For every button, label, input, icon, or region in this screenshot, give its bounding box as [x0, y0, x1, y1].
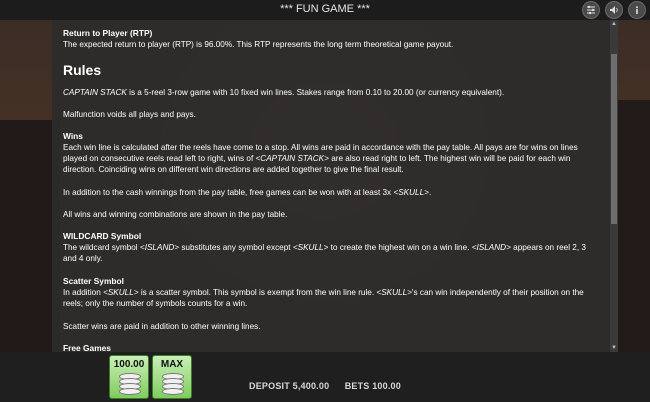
scroll-down-icon[interactable]: ▼	[610, 344, 618, 352]
rules-scrollbar[interactable]: ▲ ▼	[610, 20, 618, 352]
scatter-paid-text: Scatter wins are paid in addition to oth…	[63, 322, 261, 331]
scrollbar-thumb[interactable]	[611, 54, 617, 224]
scatter-heading: Scatter Symbol	[63, 276, 124, 286]
wins-text: Each win line is calculated after the re…	[63, 142, 601, 175]
cash-symbol: <SKULL>	[393, 188, 429, 197]
wildcard-heading: WILDCARD Symbol	[63, 231, 142, 241]
cash-text-part: In addition to the cash winnings from th…	[63, 188, 394, 197]
bets-label: BETS	[344, 381, 370, 391]
wild-text-part: substitutes any symbol except	[179, 243, 293, 252]
scatter-text-part: is a scatter symbol. This symbol is exem…	[138, 288, 377, 297]
rules-content: Return to Player (RTP) The expected retu…	[63, 28, 601, 352]
intro-body: is a 5-reel 3-row game with 10 fixed win…	[126, 88, 505, 97]
bet-button-label: 100.00	[113, 359, 145, 370]
wild-symbol: <ISLAND>	[139, 243, 180, 252]
balance-readout: DEPOSIT 5,400.00 BETS 100.00	[0, 381, 650, 391]
scatter-text-part: In addition	[63, 288, 104, 297]
wild-text-part: The wildcard symbol	[63, 243, 140, 252]
max-bet-button[interactable]: MAX	[152, 355, 192, 399]
wins-heading: Wins	[63, 131, 83, 141]
wins-section: Wins Each win line is calculated after t…	[63, 131, 601, 175]
game-title: *** FUN GAME ***	[280, 3, 370, 15]
deposit-label: DEPOSIT	[249, 381, 290, 391]
max-button-label: MAX	[160, 359, 184, 370]
rules-panel[interactable]: Return to Player (RTP) The expected retu…	[52, 20, 618, 352]
bets-value: 100.00	[372, 381, 401, 391]
wildcard-text: The wildcard symbol <ISLAND> substitutes…	[63, 242, 601, 264]
background-rock-left	[0, 120, 60, 352]
top-icons	[582, 1, 646, 19]
sound-icon[interactable]	[605, 1, 623, 19]
bet-button[interactable]: 100.00	[109, 355, 149, 399]
cash-text-end: .	[428, 188, 432, 197]
wins-symbol: <CAPTAIN STACK>	[255, 154, 329, 163]
rules-heading: Rules	[63, 62, 102, 78]
deposit-value: 5,400.00	[292, 381, 330, 391]
settings-sliders-icon[interactable]	[582, 1, 600, 19]
malfunction-text: Malfunction voids all plays and pays.	[63, 110, 196, 119]
scroll-up-icon[interactable]: ▲	[610, 20, 618, 28]
scatter-section: Scatter Symbol In addition <SKULL> is a …	[63, 276, 601, 309]
bottom-bar: 100.00 MAX DEPOSIT 5,400.00 BETS 100.00	[0, 352, 650, 402]
intro-text: CAPTAIN STACK is a 5-reel 3-row game wit…	[63, 87, 601, 98]
scatter-symbol: <SKULL>	[103, 288, 139, 297]
rtp-heading: Return to Player (RTP)	[63, 28, 153, 38]
free-games-heading: Free Games	[63, 343, 111, 352]
scatter-text: In addition <SKULL> is a scatter symbol.…	[63, 287, 601, 309]
wild-symbol: <SKULL>	[292, 243, 329, 252]
intro-game-name: CAPTAIN STACK	[63, 88, 127, 97]
wild-text-part: to create the highest win on a win line.	[328, 243, 472, 252]
scatter-symbol: <SKULL>	[376, 288, 412, 297]
all-wins-text: All wins and winning combinations are sh…	[63, 210, 288, 219]
top-bar: *** FUN GAME ***	[0, 0, 650, 20]
rtp-text: The expected return to player (RTP) is 9…	[63, 40, 454, 49]
cash-text: In addition to the cash winnings from th…	[63, 187, 601, 198]
info-icon[interactable]	[628, 1, 646, 19]
wild-symbol: <ISLAND>	[471, 243, 511, 252]
wildcard-section: WILDCARD Symbol The wildcard symbol <ISL…	[63, 231, 601, 264]
